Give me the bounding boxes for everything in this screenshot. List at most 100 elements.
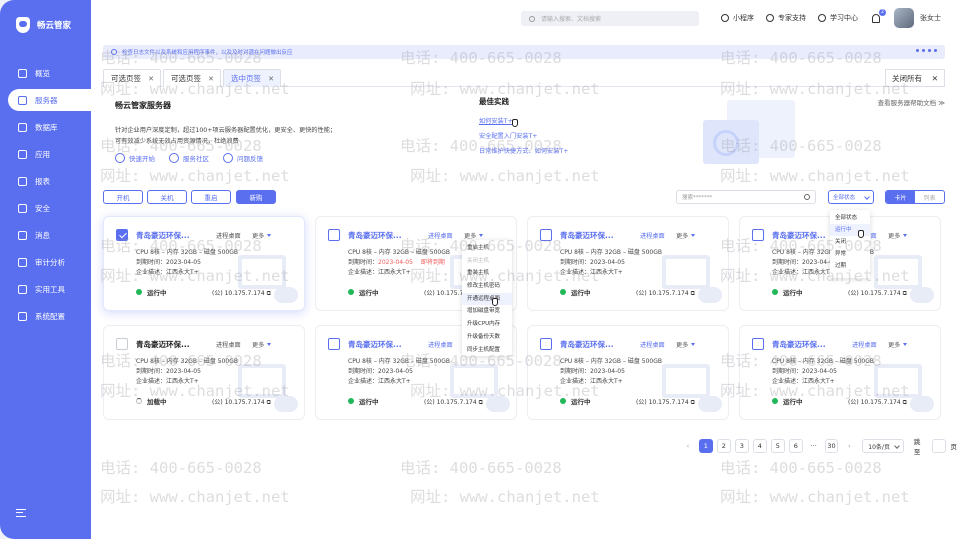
best-practice-link[interactable]: 如何安装T+ xyxy=(479,114,568,129)
copy-icon[interactable]: ⧉ xyxy=(477,399,483,406)
server-name[interactable]: 青岛豪迈环保... xyxy=(136,230,190,241)
copy-icon[interactable]: ⧉ xyxy=(901,399,907,406)
sidebar-item-8[interactable]: 实用工具 xyxy=(8,278,91,300)
more-menu-item[interactable]: 升级备份天数 xyxy=(462,331,512,344)
learning-center-link[interactable]: 学习中心 xyxy=(818,13,858,23)
more-dropdown[interactable]: 更多 xyxy=(676,340,695,349)
status-option[interactable]: 运行中 xyxy=(830,224,870,236)
quick-start-link[interactable]: 快速开始 xyxy=(115,153,155,163)
page-size-select[interactable]: 10条/页 xyxy=(862,439,904,453)
server-name[interactable]: 青岛豪迈环保... xyxy=(772,339,826,350)
page-4[interactable]: 4 xyxy=(752,439,767,453)
expert-support-link[interactable]: 专家支持 xyxy=(766,13,806,23)
best-practice-link[interactable]: 日常维护快捷方式、如何安装T+ xyxy=(479,144,568,159)
feedback-link[interactable]: 问题反馈 xyxy=(223,153,263,163)
card-checkbox[interactable] xyxy=(752,229,764,241)
page-1[interactable]: 1 xyxy=(698,439,713,453)
more-dropdown[interactable]: 更多 xyxy=(252,231,271,240)
sidebar-item-3[interactable]: 应用 xyxy=(8,143,91,165)
server-name[interactable]: 青岛豪迈环保... xyxy=(560,339,614,350)
card-checkbox[interactable] xyxy=(540,229,552,241)
mini-program-link[interactable]: 小程序 xyxy=(721,13,754,23)
sidebar-item-6[interactable]: 消息 xyxy=(8,224,91,246)
copy-icon[interactable]: ⧉ xyxy=(689,290,695,297)
more-menu-item[interactable]: 升级CPU内存 xyxy=(462,318,512,331)
server-search-input[interactable]: 搜索******* xyxy=(676,190,816,204)
copy-icon[interactable]: ⧉ xyxy=(901,290,907,297)
remote-desktop-link[interactable]: 进程桌面 xyxy=(852,340,877,349)
sidebar-item-9[interactable]: 系统配置 xyxy=(8,305,91,327)
avatar[interactable] xyxy=(894,8,914,28)
sidebar-item-1[interactable]: 服务器 xyxy=(8,89,91,111)
remote-desktop-link[interactable]: 进程桌面 xyxy=(428,231,453,240)
global-search-input[interactable]: 请输入搜索、文档搜索 xyxy=(521,11,699,26)
status-option[interactable]: 全部状态 xyxy=(830,212,870,224)
sidebar-item-2[interactable]: 数据库 xyxy=(8,116,91,138)
remote-desktop-link[interactable]: 进程桌面 xyxy=(640,231,665,240)
card-checkbox[interactable] xyxy=(328,229,340,241)
best-practice-link[interactable]: 安全配置入门安装T+ xyxy=(479,129,568,144)
list-view-button[interactable]: 列表 xyxy=(915,191,944,203)
jump-page-input[interactable] xyxy=(931,439,946,453)
copy-icon[interactable]: ⧉ xyxy=(689,399,695,406)
more-menu-item[interactable]: 重启主机 xyxy=(462,242,512,255)
next-page-button[interactable]: › xyxy=(842,439,856,453)
power-on-button[interactable]: 开机 xyxy=(103,190,143,204)
server-card[interactable]: 青岛豪迈环保... 进程桌面 更多 CPU 8核 – 内存 32GB – 磁盘 500… xyxy=(527,216,729,311)
more-menu-item[interactable]: 关闭主机 xyxy=(462,255,512,268)
app-logo[interactable]: 畅云管家 xyxy=(0,0,91,50)
card-checkbox[interactable] xyxy=(540,338,552,350)
tab-selected[interactable]: 选中页签 ✕ xyxy=(223,69,281,87)
server-name[interactable]: 青岛豪迈环保... xyxy=(348,339,402,350)
more-dropdown[interactable]: 更多 xyxy=(888,231,907,240)
server-name[interactable]: 青岛豪迈环保... xyxy=(136,339,190,350)
server-name[interactable]: 青岛豪迈环保... xyxy=(560,230,614,241)
service-community-link[interactable]: 服务社区 xyxy=(169,153,209,163)
sidebar-item-0[interactable]: 概览 xyxy=(8,62,91,84)
close-icon[interactable]: ✕ xyxy=(208,75,214,83)
server-card[interactable]: 青岛豪迈环保... 进程桌面 更多 CPU 8核 – 内存 32GB – 磁盘 500… xyxy=(103,216,305,311)
remote-desktop-link[interactable]: 进程桌面 xyxy=(428,340,453,349)
page-6[interactable]: 6 xyxy=(788,439,803,453)
server-name[interactable]: 青岛豪迈环保... xyxy=(772,230,826,241)
status-option[interactable]: 异常 xyxy=(830,248,870,260)
page-5[interactable]: 5 xyxy=(770,439,785,453)
menu-collapse-icon[interactable] xyxy=(16,509,26,517)
restart-button[interactable]: 重启 xyxy=(191,190,231,204)
copy-icon[interactable]: ⧉ xyxy=(265,399,271,406)
power-off-button[interactable]: 关机 xyxy=(147,190,187,204)
status-option[interactable]: 过期 xyxy=(830,260,870,272)
card-checkbox[interactable] xyxy=(116,338,128,350)
server-card[interactable]: 青岛豪迈环保... 进程桌面 更多 CPU 8核 – 内存 32GB – 磁盘 500… xyxy=(527,325,729,420)
more-menu-item[interactable]: 重装主机 xyxy=(462,267,512,280)
server-card[interactable]: 青岛豪迈环保... 进程桌面 更多 CPU 8核 – 内存 32GB – 磁盘 500… xyxy=(739,325,941,420)
card-view-button[interactable]: 卡片 xyxy=(886,191,915,203)
purchase-button[interactable]: 新购 xyxy=(236,190,276,204)
card-checkbox[interactable] xyxy=(116,229,128,241)
more-dropdown[interactable]: 更多 xyxy=(888,340,907,349)
bell-icon[interactable]: 2 xyxy=(872,8,886,23)
remote-desktop-link[interactable]: 进程桌面 xyxy=(640,340,665,349)
close-all-tabs-button[interactable]: 关闭所有 ✕ xyxy=(885,69,945,87)
more-menu-item[interactable]: 修改主机密码 xyxy=(462,280,512,293)
more-menu-item[interactable]: 开通远程桌面 xyxy=(462,292,512,306)
help-doc-link[interactable]: 查看服务器帮助文档 ≫ xyxy=(878,97,945,107)
remote-desktop-link[interactable]: 进程桌面 xyxy=(216,340,241,349)
remote-desktop-link[interactable]: 进程桌面 xyxy=(216,231,241,240)
user-name[interactable]: 张女士 xyxy=(920,13,941,23)
sidebar-item-7[interactable]: 审计分析 xyxy=(8,251,91,273)
tab-optional-1[interactable]: 可选页签 ✕ xyxy=(103,69,161,87)
sidebar-item-4[interactable]: 报表 xyxy=(8,170,91,192)
more-dropdown[interactable]: 更多 xyxy=(464,231,483,240)
search-icon[interactable] xyxy=(804,194,810,200)
close-icon[interactable]: ✕ xyxy=(148,75,154,83)
status-select[interactable]: 全部状态 xyxy=(828,190,874,204)
server-name[interactable]: 青岛豪迈环保... xyxy=(348,230,402,241)
more-dropdown[interactable]: 更多 xyxy=(252,340,271,349)
sidebar-item-5[interactable]: 安全 xyxy=(8,197,91,219)
close-icon[interactable]: ✕ xyxy=(268,75,274,83)
card-checkbox[interactable] xyxy=(328,338,340,350)
page-3[interactable]: 3 xyxy=(734,439,749,453)
status-option[interactable]: 关闭 xyxy=(830,236,870,248)
copy-icon[interactable]: ⧉ xyxy=(265,290,271,297)
